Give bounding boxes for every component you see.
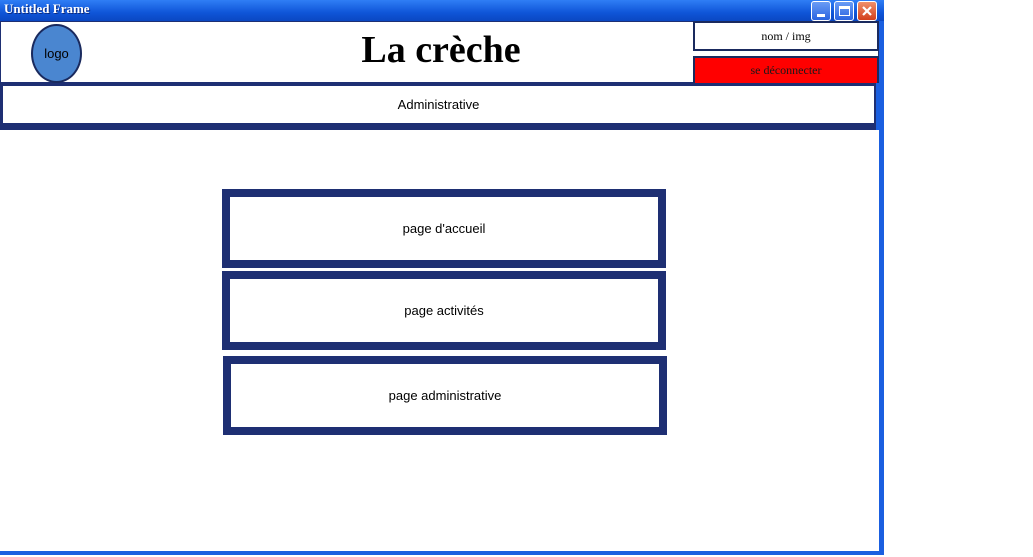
section-bar: Administrative <box>0 83 879 130</box>
page-title: La crèche <box>361 29 521 71</box>
maximize-icon <box>839 6 850 16</box>
close-button[interactable] <box>857 1 877 21</box>
app-window: Untitled Frame logo La crèche nom / img … <box>0 0 884 555</box>
minimize-icon <box>817 14 825 17</box>
logo: logo <box>31 24 82 83</box>
section-tab-administrative[interactable]: Administrative <box>3 86 874 123</box>
administrative-page-button[interactable]: page administrative <box>223 356 667 435</box>
section-bar-edge <box>876 83 879 130</box>
client-area: logo La crèche nom / img se déconnecter … <box>0 21 879 551</box>
page-header: logo La crèche nom / img se déconnecter <box>0 21 879 85</box>
user-profile[interactable]: nom / img <box>693 21 879 51</box>
administrative-page-label: page administrative <box>388 388 502 403</box>
logout-label: se déconnecter <box>750 63 822 77</box>
minimize-button[interactable] <box>811 1 831 21</box>
maximize-button[interactable] <box>834 1 854 21</box>
activities-page-label: page activités <box>404 303 484 318</box>
window-title: Untitled Frame <box>4 1 90 16</box>
title-bar[interactable]: Untitled Frame <box>0 0 884 21</box>
section-label: Administrative <box>397 97 480 112</box>
logout-button[interactable]: se déconnecter <box>693 56 879 85</box>
logo-label: logo <box>44 46 69 61</box>
home-page-label: page d'accueil <box>402 221 486 236</box>
close-icon <box>862 6 872 16</box>
user-label: nom / img <box>761 28 811 43</box>
home-page-button[interactable]: page d'accueil <box>222 189 666 268</box>
activities-page-button[interactable]: page activités <box>222 271 666 350</box>
